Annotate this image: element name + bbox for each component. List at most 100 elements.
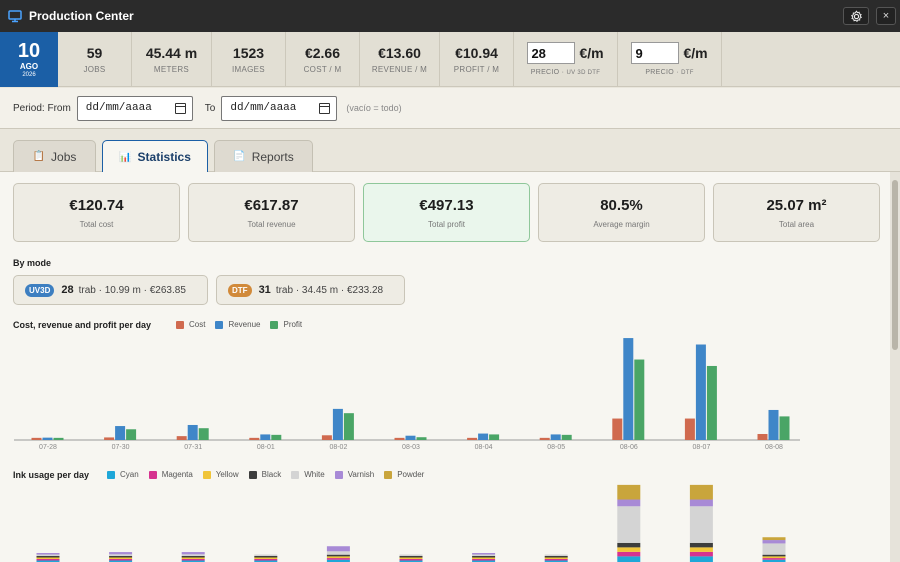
calendar-icon[interactable] — [174, 102, 186, 114]
bar-cost — [321, 435, 332, 440]
bar-revenue — [260, 434, 271, 440]
stack-powder — [762, 537, 786, 541]
kpi-label: Average margin — [593, 219, 650, 229]
kpi-value: 25.07 m² — [766, 196, 827, 214]
legend-label: Profit — [283, 320, 303, 329]
legend-swatch — [248, 470, 257, 479]
kpi-average-margin: 80.5% Average margin — [538, 183, 705, 242]
stack-magenta — [544, 559, 568, 561]
calendar-icon[interactable] — [319, 102, 331, 114]
stack-magenta — [399, 559, 423, 561]
price-dtf-input[interactable] — [631, 42, 680, 64]
bar-revenue — [695, 344, 706, 440]
stack-magenta — [109, 559, 133, 561]
bar-profit — [126, 429, 137, 440]
legend-swatch — [291, 470, 300, 479]
bar-profit — [779, 416, 790, 440]
stack-varnish — [617, 499, 641, 507]
stack-white — [181, 554, 205, 556]
stack-black — [472, 556, 496, 558]
date-placeholder: dd/mm/aaaa — [85, 102, 152, 114]
stack-varnish — [689, 499, 713, 507]
tab-label: Statistics — [137, 150, 191, 164]
bar-profit — [416, 437, 427, 440]
legend-item-cyan: Cyan — [107, 470, 139, 479]
stack-yellow — [617, 547, 641, 552]
stack-yellow — [181, 557, 205, 559]
x-tick-label: 07-31 — [184, 444, 202, 451]
stat-value: €13.60 — [378, 44, 421, 61]
period-from-label: Period: From — [13, 102, 71, 114]
document-icon: 📄 — [233, 151, 246, 162]
tab-reports[interactable]: 📄 Reports — [214, 140, 313, 172]
date-day: 10 — [17, 40, 41, 62]
bar-cost — [612, 418, 623, 440]
legend-label: Yellow — [215, 470, 239, 479]
legend-label: White — [304, 470, 325, 479]
bar-cost — [394, 437, 405, 440]
period-to-input[interactable]: dd/mm/aaaa — [221, 95, 338, 121]
kpi-total-revenue: €617.87 Total revenue — [188, 183, 355, 242]
stat-profit-per-m: €10.94 PROFIT / M — [440, 32, 514, 86]
close-button[interactable]: × — [876, 7, 896, 25]
legend-label: Cost — [189, 320, 206, 329]
chart2-title: Ink usage per day — [13, 470, 90, 480]
legend-label: Powder — [397, 470, 425, 479]
tab-statistics[interactable]: 📊 Statistics — [102, 140, 208, 173]
mode-badge: UV3D — [25, 283, 55, 297]
period-to-label: To — [204, 102, 216, 114]
stack-white — [617, 506, 641, 543]
bar-cost — [249, 437, 260, 440]
stat-label: JOBS — [83, 64, 106, 74]
stack-magenta — [689, 551, 713, 557]
stack-yellow — [36, 557, 60, 559]
kpi-value: €617.87 — [244, 196, 299, 214]
stat-value: 45.44 m — [145, 44, 198, 61]
stack-yellow — [254, 557, 278, 559]
x-tick-label: 08-06 — [620, 444, 638, 451]
kpi-label: Total cost — [79, 219, 114, 229]
stack-varnish — [109, 552, 133, 555]
vertical-scrollbar[interactable] — [890, 172, 900, 562]
stack-cyan — [689, 556, 713, 562]
mode-pill-uv3d: UV3D 28 trab · 10.99 m · €263.85 — [13, 275, 208, 305]
bar-cost — [467, 437, 478, 440]
stat-label: COST / M — [303, 64, 342, 74]
stack-black — [326, 554, 350, 557]
bar-chart-icon: 📊 — [119, 151, 132, 163]
stat-value: €2.66 — [304, 44, 341, 61]
stack-yellow — [109, 557, 133, 559]
scrollbar-thumb[interactable] — [892, 180, 898, 350]
stack-magenta — [762, 558, 786, 560]
stack-black — [762, 554, 786, 557]
price-uv3d-input[interactable] — [527, 42, 576, 64]
stack-black — [399, 556, 423, 558]
bar-profit — [706, 365, 717, 440]
bar-cost — [757, 433, 768, 440]
mode-badge: DTF — [228, 283, 252, 297]
legend-label: Magenta — [161, 470, 193, 479]
bar-profit — [198, 428, 209, 440]
price-sublabel: UV 3D DTF — [566, 70, 601, 76]
kpi-total-cost: €120.74 Total cost — [13, 183, 180, 242]
x-tick-label: 08-03 — [402, 444, 420, 451]
tab-label: Jobs — [51, 149, 77, 164]
stack-white — [399, 554, 423, 556]
period-from-input[interactable]: dd/mm/aaaa — [76, 95, 193, 121]
bar-cost — [176, 436, 187, 440]
stack-white — [689, 506, 713, 543]
tab-jobs[interactable]: 📋 Jobs — [13, 140, 96, 172]
kpi-value: 80.5% — [600, 196, 643, 214]
settings-button[interactable] — [843, 7, 869, 25]
bar-profit — [271, 434, 282, 440]
bar-revenue — [768, 409, 779, 440]
stack-powder — [617, 484, 641, 500]
bar-profit — [343, 413, 354, 440]
bar-revenue — [187, 424, 198, 440]
legend-item-profit: Profit — [270, 320, 302, 329]
bar-cost — [539, 437, 550, 440]
stack-black — [254, 556, 278, 558]
stack-varnish — [36, 553, 60, 555]
stack-white — [109, 554, 133, 556]
mode-count: 28 — [61, 284, 74, 296]
